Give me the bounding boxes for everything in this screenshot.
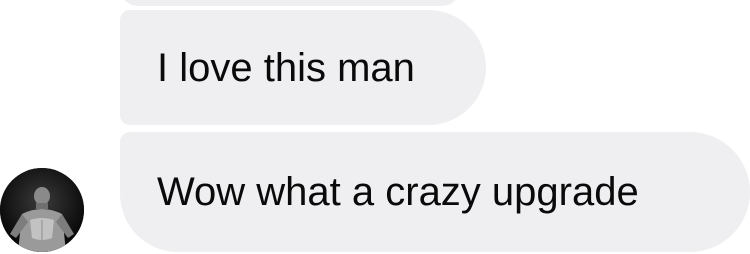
message-text: I love this man	[157, 45, 415, 90]
previous-message-bubble[interactable]	[120, 0, 460, 6]
message-bubble[interactable]: Wow what a crazy upgrade	[120, 132, 750, 252]
message-bubble[interactable]: I love this man	[120, 10, 486, 125]
message-text: Wow what a crazy upgrade	[157, 170, 639, 214]
message-thread: I love this man Wow what a crazy upgrade	[0, 0, 750, 254]
sender-avatar[interactable]	[0, 168, 84, 252]
profile-photo-avatar-icon	[0, 168, 84, 252]
